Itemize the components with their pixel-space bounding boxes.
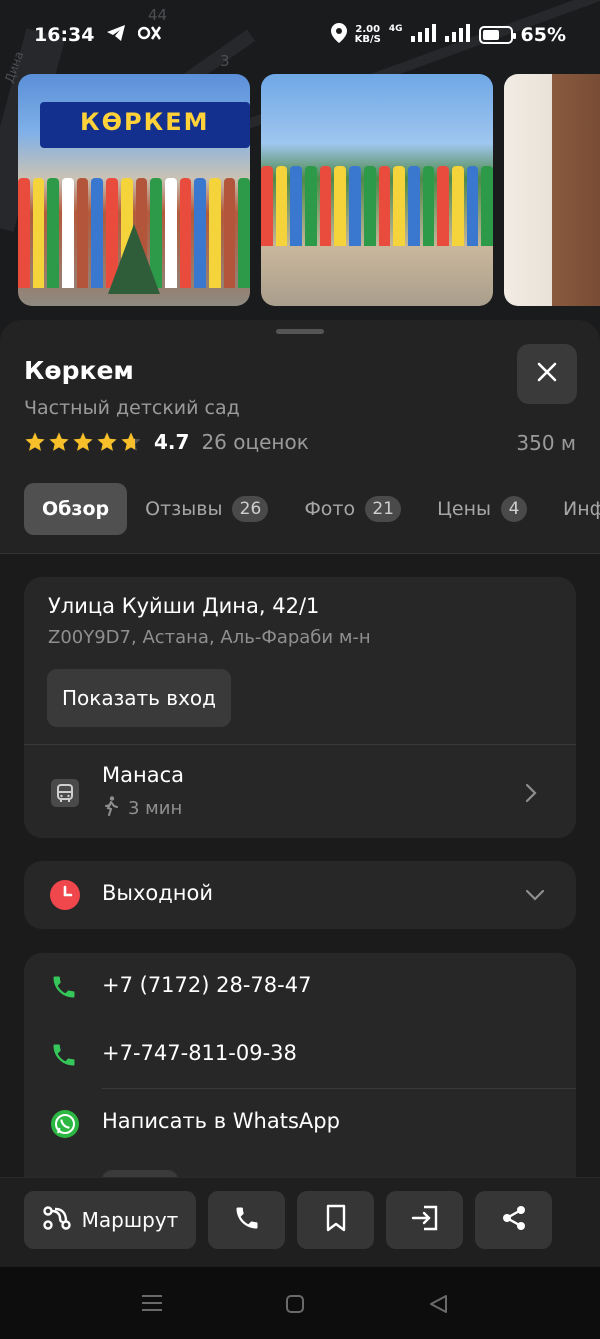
tab-label: Отзывы: [145, 498, 223, 520]
tab-info[interactable]: Инфо: [545, 483, 600, 535]
battery-icon: [478, 26, 516, 44]
rating-stars: [24, 431, 142, 453]
network-speed: 2.00 KB/S: [355, 25, 381, 45]
phone-icon: [233, 1204, 261, 1236]
enter-icon: [410, 1204, 440, 1236]
divider: [24, 744, 576, 745]
phone-row[interactable]: +7-747-811-09-38: [24, 1021, 576, 1089]
walk-time: 3 мин: [102, 796, 182, 821]
tab-badge: 21: [365, 496, 402, 522]
star-icon: [73, 432, 93, 451]
phone-icon: [50, 973, 78, 1005]
close-button[interactable]: [517, 344, 577, 404]
distance: 350 м: [516, 431, 576, 455]
signal-icon: [410, 23, 437, 47]
route-button[interactable]: Маршрут: [24, 1191, 196, 1249]
walk-time-text: 3 мин: [128, 798, 183, 819]
tab-label: Фото: [304, 498, 356, 520]
place-photo[interactable]: [504, 74, 600, 306]
home-icon[interactable]: [285, 1294, 305, 1318]
phone-number-2: +7-747-811-09-38: [102, 1041, 297, 1065]
walking-icon: [102, 796, 120, 821]
place-photo[interactable]: КӨРКЕМ: [18, 74, 250, 306]
address-card: Улица Куйши Дина, 42/1 Z00Y9D7, Астана, …: [24, 577, 576, 838]
tab-label: Инфо: [563, 498, 600, 520]
star-icon: [49, 432, 69, 451]
phone-number-1: +7 (7172) 28-78-47: [102, 973, 312, 997]
tab-overview[interactable]: Обзор: [24, 483, 128, 535]
address-street: Улица Куйши Дина, 42/1: [48, 594, 320, 618]
whatsapp-row[interactable]: Написать в WhatsApp: [24, 1089, 576, 1157]
tab-badge: 26: [232, 496, 269, 522]
close-icon: [536, 361, 558, 387]
route-label: Маршрут: [81, 1208, 179, 1232]
call-button[interactable]: [208, 1191, 285, 1249]
place-photo[interactable]: [261, 74, 493, 306]
status-time: 16:34: [34, 24, 95, 46]
signal-icon-2: [444, 23, 471, 47]
menu-icon[interactable]: [141, 1294, 163, 1316]
net-speed-unit: KB/S: [354, 34, 381, 45]
address-details: Z00Y9D7, Астана, Аль-Фараби м-н: [48, 627, 371, 648]
shop-sign: КӨРКЕМ: [40, 102, 250, 148]
entrance-button[interactable]: [386, 1191, 463, 1249]
battery-percent: 65%: [520, 24, 566, 46]
whatsapp-link: Написать в WhatsApp: [102, 1109, 340, 1133]
tab-badge: 4: [501, 496, 528, 522]
fence-image: [261, 166, 493, 246]
hours-status: Выходной: [102, 881, 214, 905]
phone-icon: [50, 1041, 78, 1073]
star-icon: [97, 432, 117, 451]
tab-photos[interactable]: Фото 21: [286, 483, 419, 535]
sheet-grabber[interactable]: [276, 329, 324, 334]
chevron-down-icon: [524, 887, 546, 906]
net-type: 4G: [388, 24, 403, 34]
share-button[interactable]: [475, 1191, 552, 1249]
phone-row[interactable]: +7 (7172) 28-78-47: [24, 953, 576, 1021]
tabs: Обзор Отзывы 26 Фото 21 Цены 4 Инфо: [24, 483, 600, 535]
bookmark-button[interactable]: [297, 1191, 374, 1249]
system-nav-bar: [0, 1267, 600, 1339]
tree-image: [108, 224, 160, 294]
bus-icon: [51, 779, 79, 811]
share-icon: [500, 1204, 528, 1236]
tab-label: Цены: [437, 498, 492, 520]
telegram-icon: [106, 24, 126, 47]
rating-value: 4.7: [154, 430, 190, 454]
sign-text: КӨРКЕМ: [80, 108, 210, 136]
back-icon[interactable]: [428, 1294, 448, 1318]
working-hours-row[interactable]: Выходной: [24, 861, 576, 929]
app-notification-icon: [138, 24, 162, 47]
action-bar: Маршрут: [0, 1177, 600, 1267]
reviews-count: 26 оценок: [201, 430, 309, 454]
battery-fill: [482, 30, 500, 40]
place-category: Частный детский сад: [24, 397, 240, 419]
tab-prices[interactable]: Цены 4: [419, 483, 545, 535]
place-title: Көркем: [24, 356, 134, 385]
route-icon: [42, 1205, 72, 1236]
rating-row[interactable]: 4.7 26 оценок: [24, 430, 309, 454]
transit-stop-name: Манаса: [102, 763, 185, 787]
tab-reviews[interactable]: Отзывы 26: [127, 483, 286, 535]
show-entrance-button[interactable]: Показать вход: [47, 669, 231, 727]
chevron-right-icon: [524, 782, 538, 808]
star-icon: [121, 432, 141, 451]
whatsapp-icon: [50, 1109, 80, 1143]
bookmark-icon: [325, 1204, 347, 1236]
star-icon: [25, 432, 45, 451]
tab-label: Обзор: [42, 498, 110, 520]
clock-icon: [50, 880, 80, 914]
status-bar: 16:34 2.00 KB/S 4G 65%: [0, 0, 600, 70]
location-icon: [330, 22, 347, 48]
